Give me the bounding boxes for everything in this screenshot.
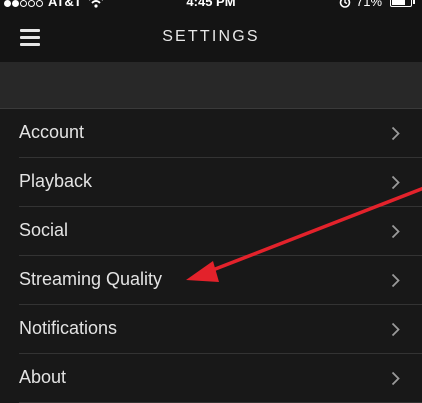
header-spacer <box>0 62 422 108</box>
chevron-right-icon <box>391 126 400 141</box>
battery-icon <box>390 0 412 7</box>
status-bar: AT&T 4:45 PM 71% <box>0 0 422 12</box>
settings-item-label: Streaming Quality <box>19 269 163 289</box>
settings-item-label: About <box>19 367 67 387</box>
chevron-right-icon <box>391 224 400 239</box>
settings-item-playback[interactable]: Playback <box>19 158 422 207</box>
settings-item-label: Social <box>19 220 69 240</box>
battery-percentage: 71% <box>356 0 383 9</box>
settings-item-notifications[interactable]: Notifications <box>19 305 422 354</box>
settings-item-about[interactable]: About <box>19 354 422 403</box>
battery-tip <box>413 0 415 4</box>
settings-item-account[interactable]: Account <box>19 109 422 158</box>
settings-item-label: Account <box>19 122 85 142</box>
settings-list: Account Playback Social Streaming Qualit… <box>0 108 422 403</box>
navigation-bar: SETTINGS <box>0 12 422 62</box>
settings-screen: AT&T 4:45 PM 71% SETTINGS Account Playba… <box>0 0 422 403</box>
chevron-right-icon <box>391 273 400 288</box>
chevron-right-icon <box>391 175 400 190</box>
chevron-right-icon <box>391 322 400 337</box>
page-title: SETTINGS <box>162 28 260 45</box>
chevron-right-icon <box>391 371 400 386</box>
settings-item-label: Notifications <box>19 318 118 338</box>
settings-item-label: Playback <box>19 171 93 191</box>
alarm-icon <box>339 0 351 8</box>
settings-item-streaming-quality[interactable]: Streaming Quality <box>19 256 422 305</box>
settings-item-social[interactable]: Social <box>19 207 422 256</box>
